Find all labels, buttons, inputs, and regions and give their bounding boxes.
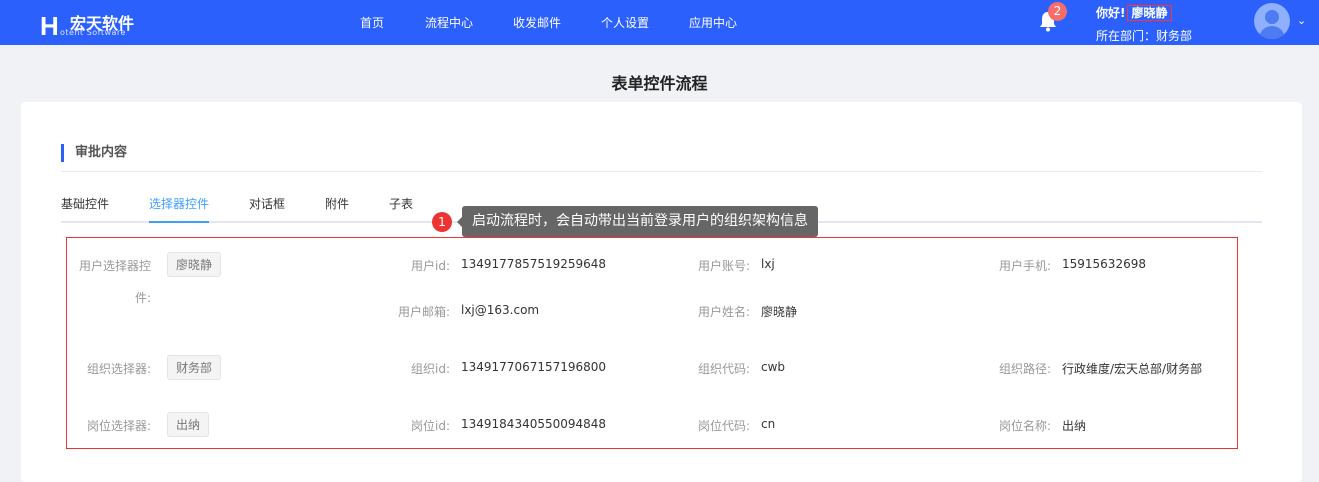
user-phone-label: 用户手机: xyxy=(998,259,1051,273)
post-code-value: cn xyxy=(761,417,776,431)
user-selector-label: 用户选择器控 xyxy=(78,259,151,273)
avatar[interactable] xyxy=(1254,3,1290,39)
nav-mail[interactable]: 收发邮件 xyxy=(513,14,561,31)
page-title: 表单控件流程 xyxy=(611,74,708,93)
nav-process-center[interactable]: 流程中心 xyxy=(425,14,473,31)
nav-home[interactable]: 首页 xyxy=(360,14,384,31)
nav-personal-settings[interactable]: 个人设置 xyxy=(601,14,649,31)
department-label: 所在部门：财务部 xyxy=(1096,29,1193,43)
user-email-value: lxj@163.com xyxy=(461,303,540,317)
nav-app-center[interactable]: 应用中心 xyxy=(689,14,737,31)
tab-dialog[interactable]: 对话框 xyxy=(249,195,285,223)
post-selector-tag[interactable]: 出纳 xyxy=(167,412,210,437)
greeting: 你好! 廖晓静 xyxy=(1096,4,1172,21)
post-selector-label: 岗位选择器: xyxy=(86,419,151,433)
tab-selector-controls[interactable]: 选择器控件 xyxy=(149,195,210,223)
section-title: 审批内容 xyxy=(61,144,127,162)
logo-mark: H xyxy=(40,11,59,41)
org-id-label: 组织id: xyxy=(411,362,450,376)
user-selector-label-cont: 件: xyxy=(134,291,151,305)
chevron-down-icon[interactable]: ⌄ xyxy=(1297,14,1306,27)
tab-subtable[interactable]: 子表 xyxy=(389,195,413,223)
annotation-number: 1 xyxy=(432,212,452,232)
user-email-label: 用户邮箱: xyxy=(397,305,450,319)
user-selector-tag[interactable]: 廖晓静 xyxy=(167,252,222,277)
user-name-label: 用户姓名: xyxy=(697,305,750,319)
user-name: 廖晓静 xyxy=(1127,5,1172,21)
org-code-value: cwb xyxy=(761,360,786,374)
user-account-label: 用户账号: xyxy=(697,259,750,273)
user-id-value: 1349177857519259648 xyxy=(461,257,607,271)
tab-basic-controls[interactable]: 基础控件 xyxy=(61,195,109,223)
notification-badge: 2 xyxy=(1048,2,1067,21)
org-id-value: 1349177067157196800 xyxy=(461,360,607,374)
user-phone-value: 15915632698 xyxy=(1062,257,1146,271)
post-name-label: 岗位名称: xyxy=(998,419,1051,433)
annotation-tooltip: 启动流程时，会自动带出当前登录用户的组织架构信息 xyxy=(457,206,818,237)
divider xyxy=(61,171,1262,172)
org-selector-tag[interactable]: 财务部 xyxy=(167,355,222,380)
post-code-label: 岗位代码: xyxy=(697,419,750,433)
top-header: H 宏天软件 otent Software 首页 流程中心 收发邮件 个人设置 … xyxy=(0,0,1319,45)
post-id-value: 1349184340550094848 xyxy=(461,417,607,431)
tab-attachment[interactable]: 附件 xyxy=(325,195,349,223)
post-id-label: 岗位id: xyxy=(411,419,450,433)
logo[interactable]: H 宏天软件 otent Software xyxy=(40,8,150,41)
org-code-label: 组织代码: xyxy=(697,362,750,376)
post-name-value: 出纳 xyxy=(1062,419,1087,433)
user-name-value: 廖晓静 xyxy=(761,305,798,319)
org-path-label: 组织路径: xyxy=(998,362,1051,376)
user-account-value: lxj xyxy=(761,257,775,271)
org-path-value: 行政维度/宏天总部/财务部 xyxy=(1062,362,1203,376)
greeting-text: 你好! xyxy=(1096,6,1126,20)
user-id-label: 用户id: xyxy=(411,259,450,273)
logo-subtitle: otent Software xyxy=(60,28,126,37)
org-selector-label: 组织选择器: xyxy=(86,362,151,376)
